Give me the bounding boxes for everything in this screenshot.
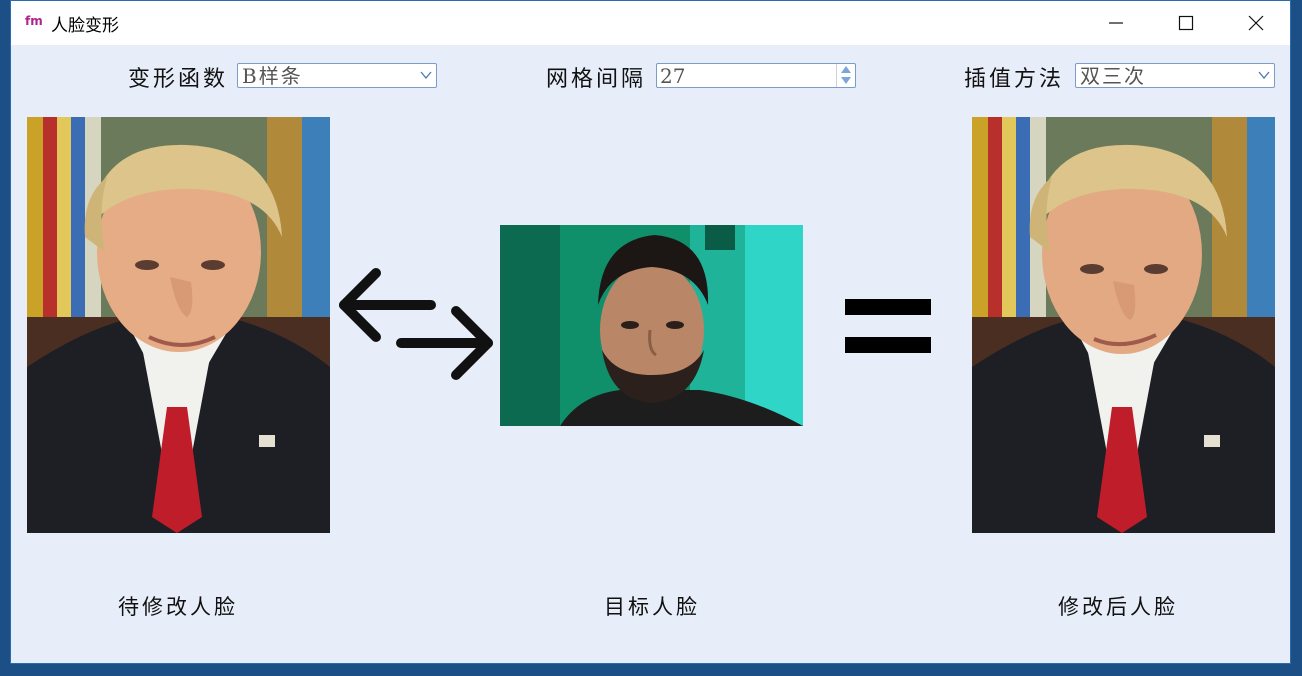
close-icon bbox=[1248, 15, 1264, 31]
source-face-image[interactable] bbox=[27, 117, 330, 533]
warp-function-label: 变形函数 bbox=[128, 67, 229, 92]
maximize-button[interactable] bbox=[1163, 1, 1209, 45]
result-face-caption: 修改后人脸 bbox=[1058, 595, 1178, 619]
app-window: fm 人脸变形 变形函数 B样条 网格间隔 27 插值方法 双三次 待修改人脸 … bbox=[10, 0, 1291, 664]
app-logo-icon: fm bbox=[25, 14, 43, 28]
maximize-icon bbox=[1178, 15, 1194, 31]
target-face-caption: 目标人脸 bbox=[604, 595, 700, 619]
source-face-caption: 待修改人脸 bbox=[118, 595, 238, 619]
chevron-down-icon bbox=[420, 71, 432, 80]
grid-spacing-value: 27 bbox=[660, 64, 686, 88]
grid-spacing-label: 网格间隔 bbox=[546, 67, 647, 92]
title-bar[interactable]: fm 人脸变形 bbox=[11, 1, 1290, 45]
spin-down-icon[interactable] bbox=[841, 77, 851, 84]
minimize-button[interactable] bbox=[1093, 1, 1139, 45]
warp-function-select[interactable]: B样条 bbox=[237, 63, 437, 88]
target-face-image[interactable] bbox=[500, 225, 803, 426]
interpolation-value: 双三次 bbox=[1080, 64, 1146, 88]
window-title: 人脸变形 bbox=[51, 16, 119, 36]
interpolation-label: 插值方法 bbox=[964, 67, 1065, 92]
interpolation-select[interactable]: 双三次 bbox=[1075, 63, 1275, 88]
swap-arrows-icon bbox=[339, 268, 493, 380]
close-button[interactable] bbox=[1233, 1, 1279, 45]
minimize-icon bbox=[1109, 22, 1123, 24]
result-face-image[interactable] bbox=[972, 117, 1275, 533]
spin-buttons bbox=[836, 64, 855, 87]
chevron-down-icon bbox=[1258, 71, 1270, 80]
equals-icon bbox=[845, 299, 931, 353]
warp-function-value: B样条 bbox=[242, 64, 303, 88]
spin-up-icon[interactable] bbox=[841, 66, 851, 73]
grid-spacing-spinbox[interactable]: 27 bbox=[656, 63, 856, 88]
